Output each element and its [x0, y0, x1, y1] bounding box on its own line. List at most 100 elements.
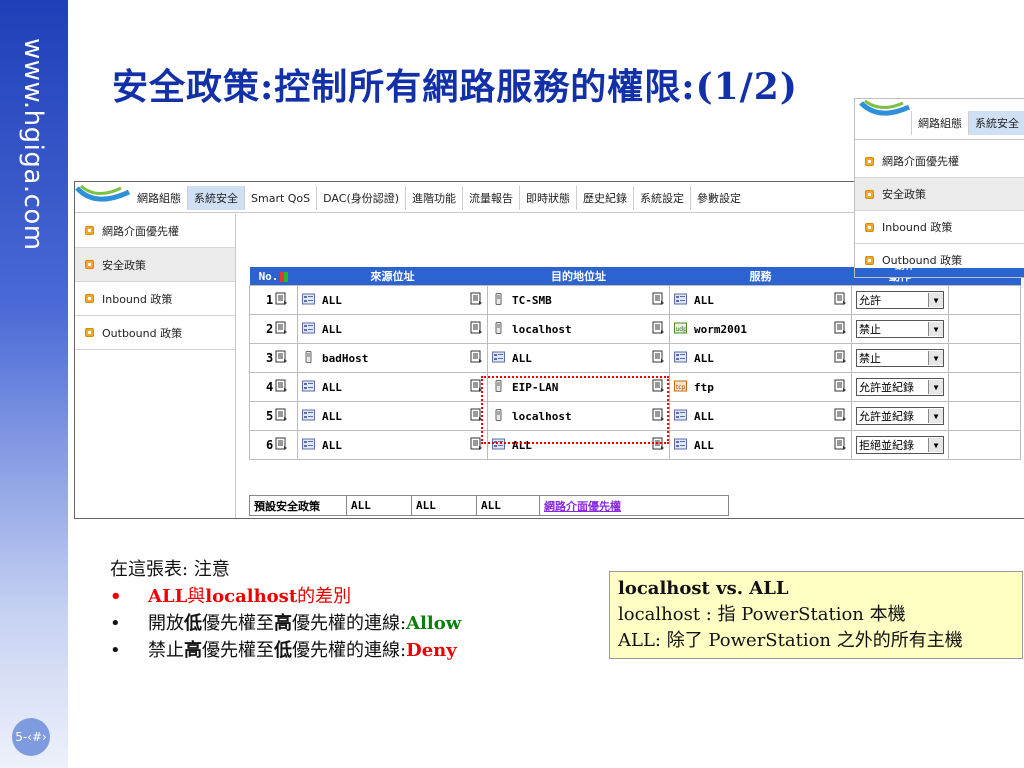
row-number: 4 — [266, 380, 274, 394]
src-cell: ALL — [297, 314, 488, 344]
edit-icon[interactable] — [273, 408, 288, 424]
action-select[interactable]: 允許 ▼ — [856, 291, 944, 309]
edit-icon[interactable] — [832, 437, 847, 453]
edit-icon[interactable] — [273, 321, 288, 337]
edit-icon[interactable] — [650, 321, 665, 337]
svc-cell: tcp ftp — [669, 372, 852, 402]
network-icon — [674, 438, 694, 453]
edit-icon[interactable] — [273, 379, 288, 395]
chevron-down-icon[interactable]: ▼ — [928, 380, 943, 394]
note2-c: 優先權至 — [202, 613, 274, 634]
action-select[interactable]: 允許並紀錄 ▼ — [856, 378, 944, 396]
inset-item-outbound-policy[interactable]: Outbound 政策 動作 — [855, 244, 1024, 277]
edit-icon[interactable] — [468, 321, 483, 337]
header-no-label: No. — [258, 269, 279, 283]
default-policy-link[interactable]: 網路介面優先權 — [539, 495, 729, 516]
action-cell: 拒絕並紀錄 ▼ — [851, 430, 949, 460]
src-label: ALL — [322, 409, 342, 423]
logo-icon — [75, 184, 131, 202]
tab-system-security[interactable]: 系統安全 — [187, 186, 244, 210]
edit-icon[interactable] — [468, 350, 483, 366]
action-select[interactable]: 拒絕並紀錄 ▼ — [856, 436, 944, 454]
edit-icon[interactable] — [650, 350, 665, 366]
note-bullet-1: • ALL 與 localhost 的差別 — [110, 583, 461, 610]
edit-icon[interactable] — [273, 437, 288, 453]
src-label: ALL — [322, 438, 342, 452]
no-cell: 3 — [249, 343, 298, 373]
inset-item-security-policy[interactable]: 安全政策 — [855, 178, 1024, 211]
dst-cell: TC-SMB — [487, 285, 670, 315]
tab-realtime-status[interactable]: 即時狀態 — [519, 186, 576, 210]
action-select[interactable]: 允許並紀錄 ▼ — [856, 407, 944, 425]
side-url: www.hgiga.com — [18, 38, 48, 251]
inset-item-inbound-policy[interactable]: Inbound 政策 — [855, 211, 1024, 244]
edit-icon[interactable] — [273, 350, 288, 366]
src-label: ALL — [322, 322, 342, 336]
edit-icon[interactable] — [832, 292, 847, 308]
sidebar-item-security-policy[interactable]: 安全政策 — [75, 248, 235, 282]
default-policy-table: 預設安全政策 ALL ALL ALL 網路介面優先權 — [249, 495, 729, 516]
note-bullet-3: • 禁止 高 優先權至 低 優先權的連線: Deny — [110, 637, 461, 664]
action-cell: 禁止 ▼ — [851, 314, 949, 344]
inset-tab-system-security[interactable]: 系統安全 — [968, 111, 1024, 135]
src-cell: badHost — [297, 343, 488, 373]
edit-icon[interactable] — [832, 408, 847, 424]
tab-dac[interactable]: DAC(身份認證) — [316, 186, 405, 210]
note2-allow: Allow — [406, 613, 462, 634]
chevron-down-icon[interactable]: ▼ — [928, 438, 943, 452]
chevron-down-icon[interactable]: ▼ — [928, 293, 943, 307]
chevron-down-icon[interactable]: ▼ — [928, 409, 943, 423]
tab-parameters[interactable]: 參數設定 — [690, 186, 747, 210]
inset-item-label: 安全政策 — [882, 188, 926, 201]
edit-icon[interactable] — [650, 292, 665, 308]
inset-item-label: 網路介面優先權 — [882, 155, 959, 168]
sidebar-item-inbound-policy[interactable]: Inbound 政策 — [75, 282, 235, 316]
src-label: ALL — [322, 293, 342, 307]
svg-text:tcp: tcp — [676, 384, 686, 391]
sidebar-item-interface-priority[interactable]: 網路介面優先權 — [75, 214, 235, 248]
highlight-box — [481, 376, 669, 444]
sidebar-item-outbound-policy[interactable]: Outbound 政策 — [75, 316, 235, 350]
bullet-dot: • — [110, 640, 121, 661]
edit-icon[interactable] — [832, 379, 847, 395]
svc-cell: ALL — [669, 401, 852, 431]
edit-icon[interactable] — [468, 292, 483, 308]
edit-icon[interactable] — [832, 321, 847, 337]
action-cell: 允許 ▼ — [851, 285, 949, 315]
host-icon — [492, 292, 512, 308]
network-icon — [674, 351, 694, 366]
host-icon — [492, 321, 512, 337]
tab-advanced[interactable]: 進階功能 — [405, 186, 462, 210]
action-value: 禁止 — [859, 323, 881, 336]
tab-system-settings[interactable]: 系統設定 — [633, 186, 690, 210]
dst-cell: localhost — [487, 314, 670, 344]
action-select[interactable]: 禁止 ▼ — [856, 349, 944, 367]
action-select[interactable]: 禁止 ▼ — [856, 320, 944, 338]
tab-network-config[interactable]: 網路組態 — [131, 186, 187, 210]
dst-label: ALL — [512, 351, 532, 365]
chevron-down-icon[interactable]: ▼ — [928, 322, 943, 336]
tcp-icon: tcp — [674, 380, 694, 395]
network-icon — [492, 351, 512, 366]
sidebar-item-label: 安全政策 — [102, 258, 146, 272]
row-number: 6 — [266, 438, 274, 452]
inset-item-label: Inbound 政策 — [882, 221, 953, 234]
tab-history[interactable]: 歷史紀錄 — [576, 186, 633, 210]
inset-sidebar: 網路介面優先權 安全政策 Inbound 政策 Outbound 政策 動作 — [855, 145, 1024, 277]
action-value: 允許並紀錄 — [859, 410, 914, 423]
edit-icon[interactable] — [832, 350, 847, 366]
inset-tab-network-config[interactable]: 網路組態 — [911, 111, 968, 135]
slide-number: 5-‹#› — [12, 718, 50, 756]
default-policy-row: 預設安全政策 ALL ALL ALL 網路介面優先權 — [249, 495, 729, 516]
callout-line-3: ALL: 除了 PowerStation 之外的所有主機 — [618, 630, 963, 651]
action-value: 拒絕並紀錄 — [859, 439, 914, 452]
tab-smart-qos[interactable]: Smart QoS — [244, 186, 316, 210]
inset-item-interface-priority[interactable]: 網路介面優先權 — [855, 145, 1024, 178]
tab-traffic-report[interactable]: 流量報告 — [462, 186, 519, 210]
notes: 在這張表: 注意 • ALL 與 localhost 的差別 • 開放 低 優先… — [110, 556, 461, 664]
bullet-icon — [85, 328, 94, 337]
chevron-down-icon[interactable]: ▼ — [928, 351, 943, 365]
inset-header-strip: 動作 — [855, 268, 1024, 277]
edit-icon[interactable] — [273, 292, 288, 308]
extra-cell — [948, 372, 1021, 402]
